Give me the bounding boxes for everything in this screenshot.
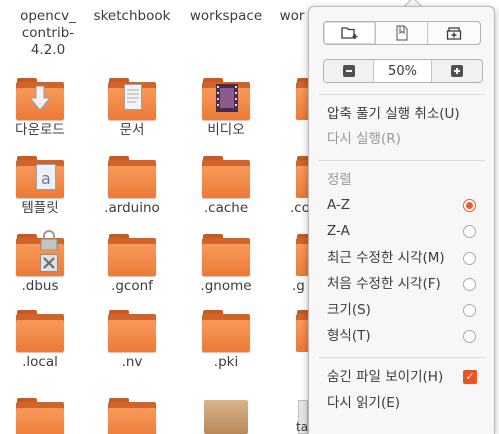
file-label[interactable]: 비디오	[178, 122, 274, 139]
template-emblem-icon: a	[36, 164, 56, 190]
file-label[interactable]: .dbus	[0, 278, 88, 295]
sort-section-header: 정렬	[327, 172, 352, 188]
file-label[interactable]: .local	[0, 354, 88, 371]
folder-icon[interactable]: a	[16, 156, 64, 198]
view-mode-switcher	[323, 21, 481, 45]
folder-icon[interactable]	[202, 234, 250, 276]
sort-option-first-modified[interactable]: 처음 수정한 시각(F)	[327, 275, 441, 293]
zoom-out-button[interactable]	[324, 60, 374, 82]
file-label[interactable]: .co	[290, 200, 310, 217]
bookmark-icon	[395, 25, 408, 41]
folder-icon[interactable]	[108, 234, 156, 276]
minus-icon	[342, 65, 355, 77]
file-label[interactable]: 템플릿	[0, 200, 88, 217]
folder-icon[interactable]	[202, 78, 250, 120]
file-label[interactable]: opencv_ contrib- 4.2.0	[0, 8, 96, 59]
sort-option-z-a[interactable]: Z-A	[327, 222, 350, 240]
folder-icon[interactable]	[16, 230, 64, 276]
svg-text:a: a	[41, 169, 51, 188]
zoom-control: 50%	[323, 59, 483, 83]
sort-radio-modified[interactable]	[463, 252, 476, 265]
file-label[interactable]: sketchbook	[84, 8, 180, 25]
folder-icon[interactable]	[296, 234, 308, 276]
sort-radio-type[interactable]	[463, 330, 476, 343]
new-tab-icon	[446, 27, 462, 40]
folder-icon[interactable]	[16, 310, 64, 352]
sort-radio-first-modified[interactable]	[463, 278, 476, 291]
file-label[interactable]: .nv	[84, 354, 180, 371]
folder-icon[interactable]	[202, 310, 250, 352]
file-label[interactable]: .gnome	[178, 278, 274, 295]
package-icon[interactable]	[204, 400, 248, 434]
zoom-in-button[interactable]	[432, 60, 482, 82]
menu-item-reload[interactable]: 다시 읽기(E)	[327, 394, 400, 412]
separator	[319, 160, 485, 161]
plus-icon	[451, 65, 463, 77]
folder-icon[interactable]	[108, 398, 156, 434]
new-folder-icon	[340, 27, 357, 39]
download-emblem-icon	[30, 86, 50, 111]
menu-item-redo[interactable]: 다시 실행(R)	[327, 130, 401, 148]
folder-icon[interactable]	[296, 156, 308, 198]
folder-icon[interactable]	[16, 398, 64, 434]
sort-option-size[interactable]: 크기(S)	[327, 301, 371, 319]
file-label[interactable]: .g	[292, 278, 308, 295]
sort-radio-z-a[interactable]	[463, 225, 476, 238]
sort-option-type[interactable]: 형식(T)	[327, 327, 371, 345]
lock-emblem-icon	[40, 230, 58, 250]
file-label[interactable]: workspace	[178, 8, 274, 25]
new-folder-button[interactable]	[324, 22, 376, 44]
sort-option-a-z[interactable]: A-Z	[327, 196, 350, 214]
file-label[interactable]: 다운로드	[0, 122, 88, 139]
file-label[interactable]: .arduino	[84, 200, 180, 217]
document-emblem-icon	[124, 84, 142, 110]
zoom-level[interactable]: 50%	[374, 60, 432, 82]
menu-item-undo[interactable]: 압축 풀기 실행 취소(U)	[327, 105, 460, 123]
folder-icon[interactable]	[202, 156, 250, 198]
file-label[interactable]: 문서	[84, 122, 180, 139]
folder-icon[interactable]	[108, 156, 156, 198]
folder-icon[interactable]	[16, 78, 64, 120]
separator	[319, 357, 485, 358]
sort-option-modified[interactable]: 최근 수정한 시각(M)	[327, 249, 445, 267]
folder-icon[interactable]	[296, 310, 308, 352]
separator	[319, 94, 485, 95]
file-label[interactable]: .cache	[178, 200, 274, 217]
folder-icon[interactable]	[108, 310, 156, 352]
sort-radio-size[interactable]	[463, 304, 476, 317]
folder-icon[interactable]	[296, 78, 308, 120]
video-emblem-icon	[216, 84, 238, 112]
view-options-popover: 50% 압축 풀기 실행 취소(U) 다시 실행(R) 정렬 A-Z Z-A 최…	[308, 6, 495, 434]
file-label[interactable]: .gconf	[84, 278, 180, 295]
menu-item-show-hidden[interactable]: 숨긴 파일 보이기(H)	[327, 368, 443, 386]
open-terminal-button[interactable]	[428, 22, 480, 44]
sort-radio-a-z[interactable]	[463, 199, 476, 212]
file-label[interactable]: .pki	[178, 354, 274, 371]
folder-icon[interactable]	[108, 78, 156, 120]
show-hidden-checkbox[interactable]: ✓	[463, 370, 477, 384]
no-access-emblem-icon	[40, 254, 58, 272]
bookmark-button[interactable]	[376, 22, 428, 44]
